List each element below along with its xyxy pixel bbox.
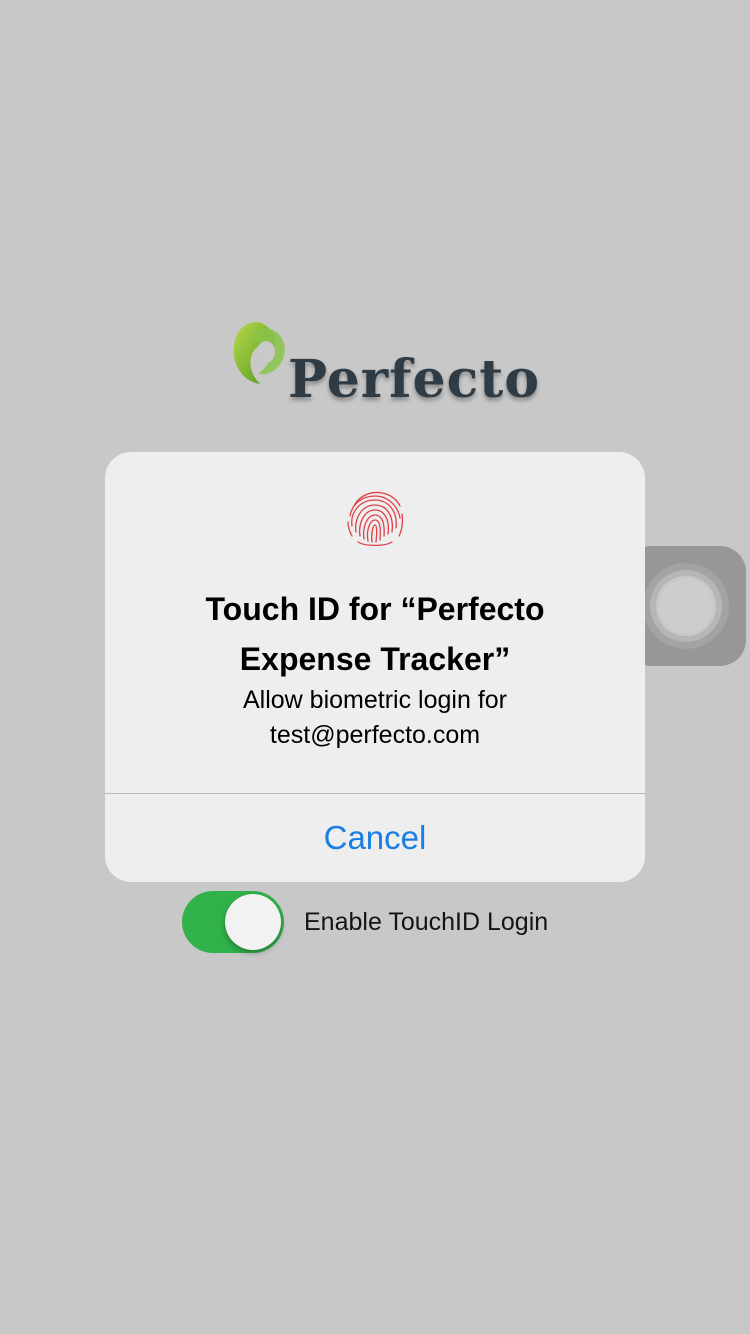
touchid-toggle[interactable] xyxy=(182,891,284,953)
cancel-button[interactable]: Cancel xyxy=(105,794,645,882)
logo-text: Perfecto xyxy=(288,349,541,410)
app-screen: Perfecto Enable TouchID Login Touch ID f… xyxy=(0,0,750,1334)
alert-message: Allow biometric login for test@perfecto.… xyxy=(243,686,507,749)
perfecto-leaf-logo-icon xyxy=(233,322,285,384)
assistive-touch-core xyxy=(659,579,713,633)
toggle-knob xyxy=(225,894,281,950)
touchid-toggle-row: Enable TouchID Login xyxy=(182,891,602,953)
alert-title: Touch ID for “Perfecto Expense Tracker” xyxy=(205,591,545,677)
perfecto-logo: Perfecto xyxy=(228,318,539,418)
touchid-toggle-label: Enable TouchID Login xyxy=(304,908,549,936)
touchid-alert-dialog: Touch ID for “Perfecto Expense Tracker” … xyxy=(105,452,645,882)
fingerprint-icon xyxy=(347,491,404,547)
